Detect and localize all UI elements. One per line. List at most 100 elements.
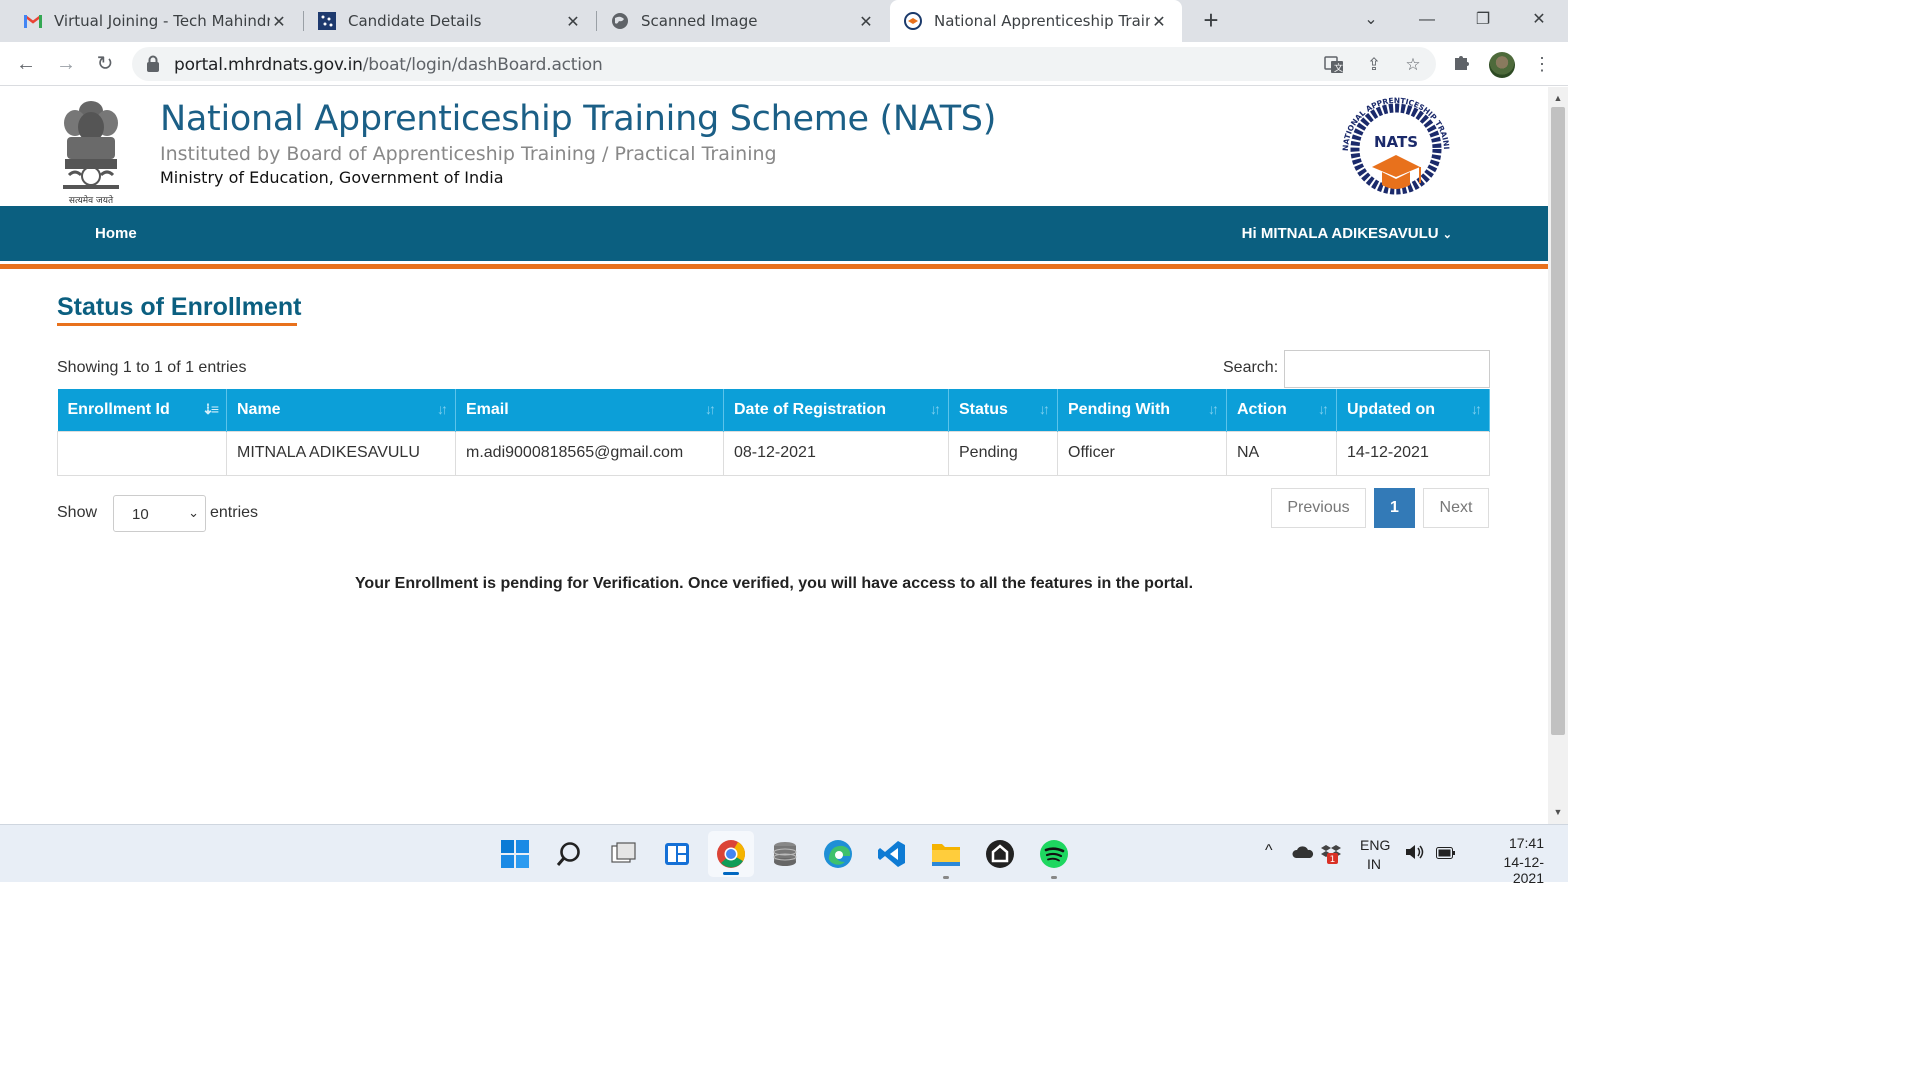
entries-info: Showing 1 to 1 of 1 entries: [57, 359, 247, 376]
gmail-icon: [24, 12, 42, 30]
column-header-date-of-registration[interactable]: Date of Registration ↓↑: [723, 389, 949, 431]
edge-browser-icon[interactable]: [822, 838, 854, 870]
table-header-row: Enrollment Id ⇣≡ Name ↓↑ Email ↓↑ Date of R…: [57, 389, 1490, 431]
bookmark-star-icon[interactable]: ☆: [1403, 55, 1423, 75]
file-explorer-icon[interactable]: [930, 838, 962, 879]
cell-updated-on: 14-12-2021: [1336, 430, 1490, 476]
onedrive-cloud-icon[interactable]: [1292, 845, 1314, 862]
clock[interactable]: 17:41 14-12-2021: [1474, 835, 1544, 886]
browser-tab-strip: Virtual Joining - Tech Mahindra - ✕ Cand…: [0, 0, 1568, 42]
widgets-icon[interactable]: [661, 838, 693, 870]
svg-text:文: 文: [1334, 62, 1343, 74]
chevron-down-icon: ⌄: [188, 505, 199, 520]
restore-button[interactable]: ❐: [1463, 6, 1503, 34]
sort-icon[interactable]: ↓↑: [930, 401, 941, 417]
column-label: Date of Registration: [734, 400, 887, 418]
column-label: Updated on: [1347, 400, 1435, 418]
globe-icon: [611, 12, 629, 30]
close-icon[interactable]: ✕: [564, 12, 582, 31]
scroll-up-arrow-icon[interactable]: ▲: [1552, 93, 1564, 103]
forward-arrow-icon[interactable]: →: [52, 50, 80, 78]
sort-icon[interactable]: ↓↑: [705, 401, 716, 417]
back-arrow-icon[interactable]: ←: [12, 50, 40, 78]
language-indicator[interactable]: ENG IN: [1360, 837, 1390, 872]
cell-name: MITNALA ADIKESAVULU: [226, 430, 456, 476]
tab-nats[interactable]: National Apprenticeship Training ✕: [890, 0, 1182, 42]
nats-logo: NATIONAL APPRENTICESHIP TRAINING SCHEME …: [1336, 91, 1451, 195]
volume-icon[interactable]: [1405, 844, 1425, 863]
share-icon[interactable]: ⇪: [1364, 55, 1384, 75]
search-icon[interactable]: [553, 838, 585, 870]
minimize-button[interactable]: —: [1407, 6, 1447, 34]
nav-home-link[interactable]: Home: [95, 225, 137, 242]
tab-scanned-image[interactable]: Scanned Image ✕: [597, 0, 889, 42]
notification-count: 1: [1330, 855, 1336, 864]
tab-search-chevron-icon[interactable]: ⌄: [1351, 6, 1391, 34]
profile-avatar[interactable]: [1489, 52, 1515, 78]
sort-asc-icon[interactable]: ⇣≡: [202, 401, 219, 418]
user-menu-dropdown[interactable]: Hi MITNALA ADIKESAVULU ⌄: [1242, 225, 1452, 242]
clock-date: 14-12-2021: [1503, 854, 1544, 886]
scroll-down-arrow-icon[interactable]: ▼: [1552, 807, 1564, 817]
close-icon[interactable]: ✕: [1150, 12, 1168, 31]
sort-icon[interactable]: ↓↑: [1039, 401, 1050, 417]
sort-icon[interactable]: ↓↑: [437, 401, 448, 417]
task-view-icon[interactable]: [607, 838, 639, 870]
page-title: Status of Enrollment: [57, 293, 302, 321]
region-code: IN: [1367, 856, 1381, 872]
column-label: Email: [466, 400, 509, 418]
close-icon[interactable]: ✕: [857, 12, 875, 31]
translate-icon[interactable]: 文: [1324, 55, 1344, 75]
chrome-taskbar-icon[interactable]: [708, 831, 754, 877]
dropbox-icon[interactable]: 1: [1321, 842, 1343, 867]
extensions-puzzle-icon[interactable]: [1450, 52, 1474, 76]
column-header-pending-with[interactable]: Pending With ↓↑: [1057, 389, 1227, 431]
sort-icon[interactable]: ↓↑: [1471, 401, 1482, 417]
cell-action: NA: [1226, 430, 1337, 476]
column-header-updated-on[interactable]: Updated on ↓↑: [1336, 389, 1490, 431]
column-header-email[interactable]: Email ↓↑: [455, 389, 724, 431]
windows-start-icon[interactable]: [499, 838, 531, 870]
cell-email: m.adi9000818565@gmail.com: [455, 430, 724, 476]
spotify-icon[interactable]: [1038, 838, 1070, 879]
sort-icon[interactable]: ↓↑: [1318, 401, 1329, 417]
search-input[interactable]: [1284, 350, 1490, 388]
url-text: portal.mhrdnats.gov.in/boat/login/dashBo…: [174, 55, 603, 75]
emblem-motto: सत्यमेव जयते: [69, 194, 114, 205]
close-window-button[interactable]: ✕: [1519, 6, 1559, 34]
new-tab-button[interactable]: +: [1197, 6, 1225, 34]
search-label: Search:: [1223, 359, 1279, 376]
main-navbar: Home Hi MITNALA ADIKESAVULU ⌄: [0, 206, 1548, 261]
pagination-previous-button[interactable]: Previous: [1271, 488, 1366, 528]
title-underline: [57, 323, 297, 326]
address-bar[interactable]: portal.mhrdnats.gov.in/boat/login/dashBo…: [132, 47, 1436, 81]
page-viewport: सत्यमेव जयते National Apprenticeship Tra…: [0, 87, 1548, 824]
tray-chevron-up-icon[interactable]: ^: [1265, 842, 1273, 860]
tab-candidate-details[interactable]: Candidate Details ✕: [304, 0, 596, 42]
page-scrollbar[interactable]: ▲ ▼: [1548, 87, 1568, 824]
tab-title: Scanned Image: [641, 12, 758, 30]
sort-icon[interactable]: ↓↑: [1208, 401, 1219, 417]
column-header-name[interactable]: Name ↓↑: [226, 389, 456, 431]
column-header-enrollment-id[interactable]: Enrollment Id ⇣≡: [57, 389, 227, 431]
battery-icon[interactable]: [1436, 846, 1456, 862]
app-launcher-icon[interactable]: [984, 838, 1016, 870]
pagination-next-button[interactable]: Next: [1423, 488, 1489, 528]
vscode-icon[interactable]: [876, 838, 908, 870]
column-label: Pending With: [1068, 400, 1171, 418]
language-code: ENG: [1360, 837, 1391, 853]
url-path: /boat/login/dashBoard.action: [362, 55, 603, 75]
column-header-action[interactable]: Action ↓↑: [1226, 389, 1337, 431]
more-menu-icon[interactable]: ⋮: [1530, 52, 1554, 76]
cell-pending-with: Officer: [1057, 430, 1227, 476]
tab-virtual-joining[interactable]: Virtual Joining - Tech Mahindra - ✕: [10, 0, 302, 42]
logo-text: NATS: [1374, 133, 1418, 151]
column-header-status[interactable]: Status ↓↑: [948, 389, 1058, 431]
database-app-icon[interactable]: [769, 838, 801, 870]
page-size-select[interactable]: 10 ⌄: [113, 495, 206, 532]
pagination-page-1-button[interactable]: 1: [1374, 488, 1415, 528]
accent-divider: [0, 264, 1548, 269]
reload-icon[interactable]: ↻: [91, 50, 119, 78]
close-icon[interactable]: ✕: [270, 12, 288, 31]
scrollbar-thumb[interactable]: [1551, 107, 1565, 735]
